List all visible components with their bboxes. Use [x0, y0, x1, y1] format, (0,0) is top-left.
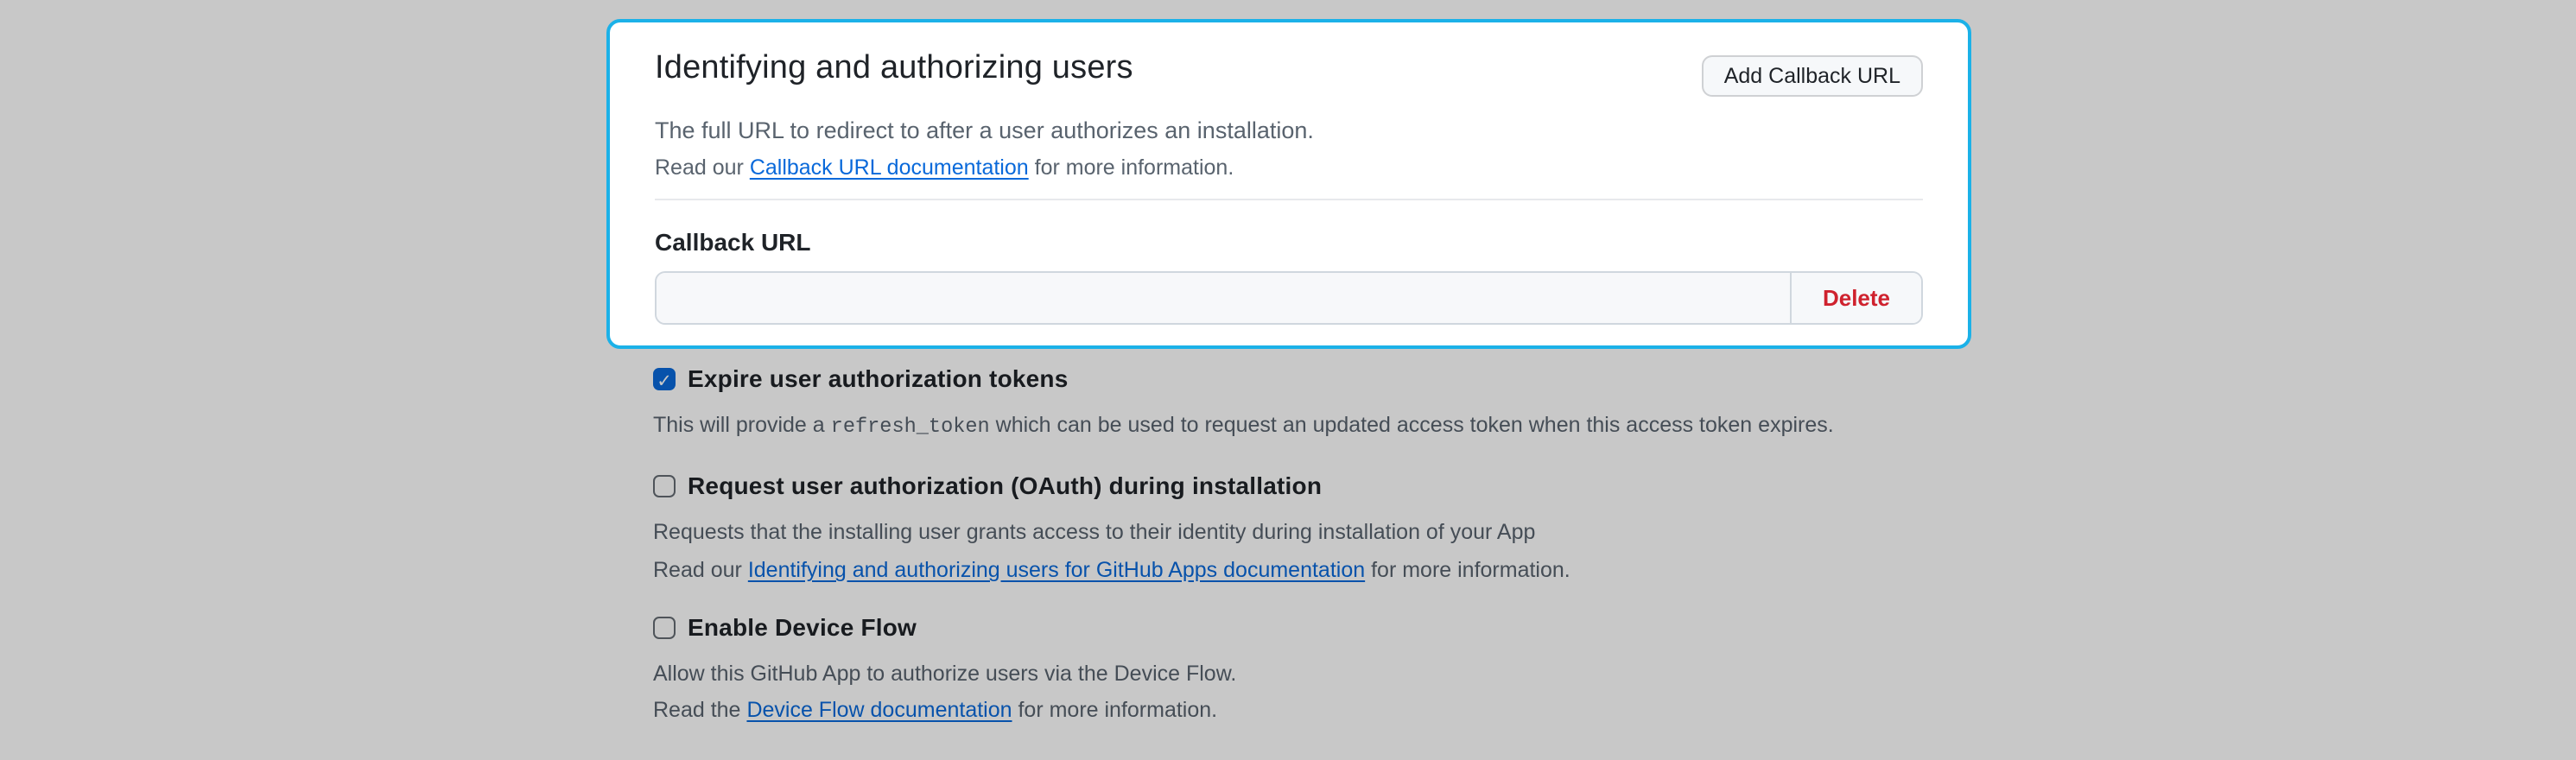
callback-url-input[interactable] [657, 273, 1790, 323]
docs-suffix: for more information. [1365, 558, 1570, 582]
section-description: The full URL to redirect to after a user… [655, 114, 1923, 147]
device-flow-documentation-link[interactable]: Device Flow documentation [746, 698, 1012, 722]
section-divider [655, 199, 1923, 200]
callback-url-label: Callback URL [655, 225, 1923, 259]
desc-prefix: This will provide a [653, 413, 831, 437]
docs-prefix: Read our [655, 155, 750, 180]
desc-suffix: which can be used to request an updated … [990, 413, 1834, 437]
docs-prefix: Read the [653, 698, 746, 722]
device-flow-description: Allow this GitHub App to authorize users… [653, 658, 1940, 691]
oauth-during-install-description: Requests that the installing user grants… [653, 516, 1940, 549]
oauth-during-install-row: Request user authorization (OAuth) durin… [653, 470, 1940, 503]
expire-tokens-label: Expire user authorization tokens [688, 363, 1069, 396]
device-flow-label: Enable Device Flow [688, 611, 917, 644]
oauth-during-install-label: Request user authorization (OAuth) durin… [688, 470, 1322, 503]
oauth-docs-line: Read our Identifying and authorizing use… [653, 554, 1940, 587]
docs-suffix: for more information. [1012, 698, 1218, 722]
expire-tokens-row: Expire user authorization tokens [653, 363, 1940, 396]
oauth-during-install-checkbox[interactable] [653, 475, 676, 497]
device-flow-row: Enable Device Flow [653, 611, 1940, 644]
callback-url-documentation-link[interactable]: Callback URL documentation [750, 155, 1029, 180]
device-flow-checkbox[interactable] [653, 617, 676, 639]
add-callback-url-button[interactable]: Add Callback URL [1702, 55, 1923, 97]
callback-docs-line: Read our Callback URL documentation for … [655, 152, 1923, 183]
refresh-token-code: refresh_token [831, 415, 990, 439]
identifying-authorizing-users-section: Identifying and authorizing users Add Ca… [606, 19, 1971, 349]
docs-prefix: Read our [653, 558, 748, 582]
checkmark-icon [657, 364, 672, 395]
callback-url-input-group: Delete [655, 271, 1923, 325]
docs-suffix: for more information. [1029, 155, 1234, 180]
identifying-authorizing-users-documentation-link[interactable]: Identifying and authorizing users for Gi… [748, 558, 1365, 582]
device-flow-docs-line: Read the Device Flow documentation for m… [653, 694, 1940, 727]
settings-page: Identifying and authorizing users Add Ca… [0, 0, 2576, 760]
authorization-options: Expire user authorization tokens This wi… [653, 363, 1940, 727]
section-header: Identifying and authorizing users Add Ca… [655, 48, 1923, 97]
expire-tokens-checkbox[interactable] [653, 368, 676, 390]
expire-tokens-description: This will provide a refresh_token which … [653, 409, 1940, 444]
delete-callback-url-button[interactable]: Delete [1790, 273, 1921, 323]
section-title: Identifying and authorizing users [655, 48, 1702, 90]
